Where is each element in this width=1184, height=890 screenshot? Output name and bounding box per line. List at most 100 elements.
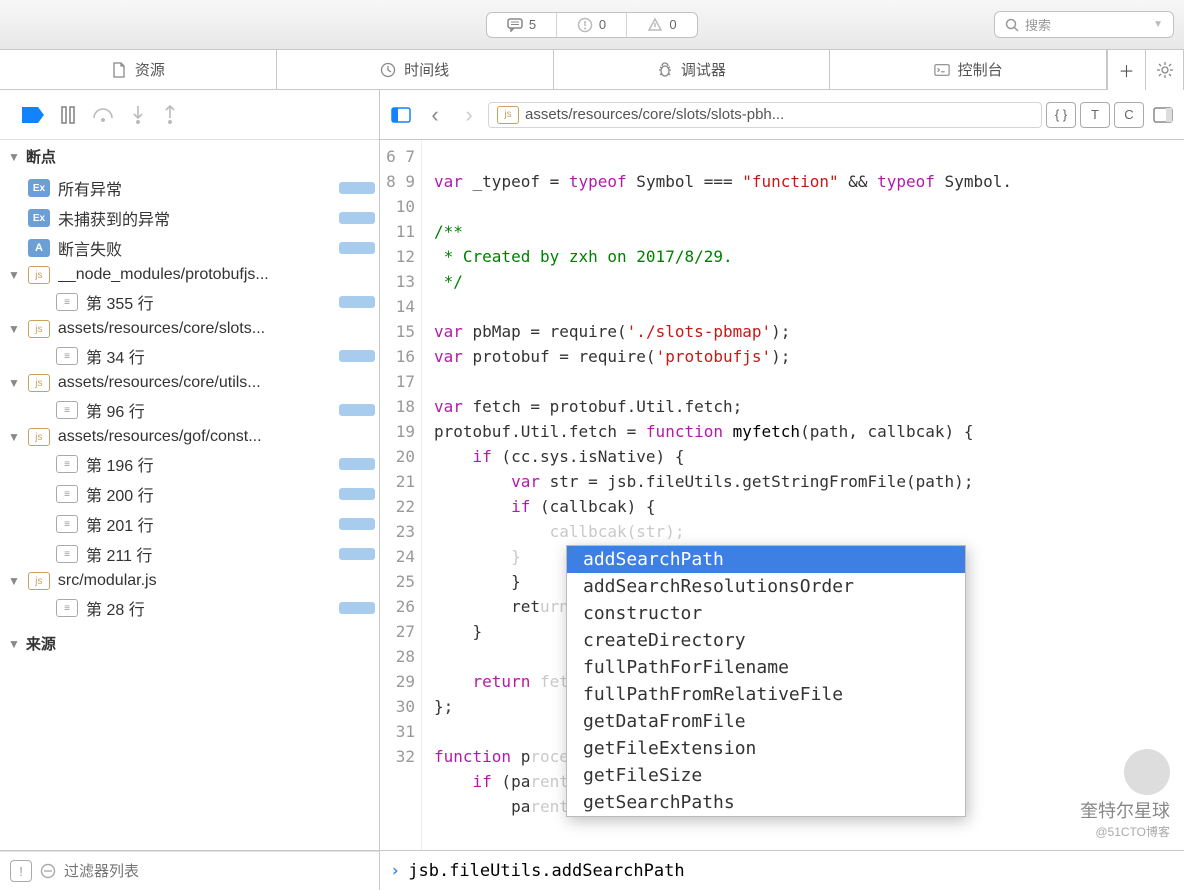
step-over-icon[interactable] bbox=[92, 106, 114, 124]
autocomplete-item[interactable]: getFileSize bbox=[567, 762, 965, 789]
file-group-row[interactable]: ▼jsassets/resources/gof/const... bbox=[0, 425, 379, 449]
errors-pill[interactable]: 0 bbox=[627, 13, 697, 37]
file-group-row[interactable]: ▼jssrc/modular.js bbox=[0, 569, 379, 593]
error-icon bbox=[647, 17, 663, 33]
nav-back-icon[interactable]: ‹ bbox=[420, 100, 450, 130]
breadcrumb-text: assets/resources/core/slots/slots-pbh... bbox=[525, 106, 784, 123]
sidebar-toggle-icon[interactable] bbox=[386, 100, 416, 130]
breakpoints-header[interactable]: ▼ 断点 bbox=[0, 140, 379, 173]
pretty-print-button[interactable]: { } bbox=[1046, 102, 1076, 128]
tab-resources-label: 资源 bbox=[135, 59, 165, 80]
line-breakpoint-row[interactable]: ≡第 96 行 bbox=[0, 395, 379, 425]
nav-forward-icon[interactable]: › bbox=[454, 100, 484, 130]
right-sidebar-toggle-icon[interactable] bbox=[1148, 100, 1178, 130]
breakpoint-label: 断言失败 bbox=[58, 236, 371, 260]
warning-icon bbox=[577, 17, 593, 33]
tab-debugger-label: 调试器 bbox=[681, 59, 726, 80]
file-group-label: src/modular.js bbox=[58, 572, 371, 590]
chevron-down-icon: ▼ bbox=[1153, 19, 1163, 30]
console-icon bbox=[934, 62, 950, 78]
search-placeholder: 搜索 bbox=[1025, 15, 1051, 34]
autocomplete-item[interactable]: getFileExtension bbox=[567, 735, 965, 762]
file-group-label: __node_modules/protobufjs... bbox=[58, 266, 371, 284]
breakpoints-title: 断点 bbox=[26, 146, 56, 167]
tab-console[interactable]: 控制台 bbox=[830, 50, 1107, 89]
line-breakpoint-row[interactable]: ≡第 355 行 bbox=[0, 287, 379, 317]
coverage-button[interactable]: C bbox=[1114, 102, 1144, 128]
breakpoint-indicator bbox=[339, 404, 375, 416]
line-icon: ≡ bbox=[56, 599, 78, 617]
js-file-icon: js bbox=[28, 428, 50, 446]
exception-badge-icon: Ex bbox=[28, 179, 50, 197]
line-label: 第 201 行 bbox=[86, 512, 371, 536]
console-row: › bbox=[380, 850, 1184, 890]
console-input[interactable] bbox=[408, 861, 1174, 881]
gear-button[interactable] bbox=[1146, 50, 1184, 90]
tab-resources[interactable]: 资源 bbox=[0, 50, 277, 89]
line-icon: ≡ bbox=[56, 455, 78, 473]
breakpoint-row[interactable]: Ex 所有异常 bbox=[0, 173, 379, 203]
line-breakpoint-row[interactable]: ≡第 196 行 bbox=[0, 449, 379, 479]
messages-icon bbox=[507, 18, 523, 32]
autocomplete-item[interactable]: fullPathForFilename bbox=[567, 654, 965, 681]
breakpoint-row[interactable]: Ex未捕获到的异常 bbox=[0, 203, 379, 233]
filter-icon bbox=[40, 863, 56, 879]
chevron-down-icon: ▼ bbox=[8, 430, 20, 444]
line-icon: ≡ bbox=[56, 545, 78, 563]
autocomplete-popup[interactable]: addSearchPathaddSearchResolutionsOrderco… bbox=[566, 545, 966, 817]
file-group-row[interactable]: ▼js__node_modules/protobufjs... bbox=[0, 263, 379, 287]
line-label: 第 355 行 bbox=[86, 290, 371, 314]
line-breakpoint-row[interactable]: ≡第 211 行 bbox=[0, 539, 379, 569]
info-icon[interactable]: ! bbox=[10, 860, 32, 882]
line-breakpoint-row[interactable]: ≡ 第 201 行 bbox=[0, 509, 379, 539]
filter-input[interactable] bbox=[64, 863, 369, 880]
line-breakpoint-row[interactable]: ≡第 34 行 bbox=[0, 341, 379, 371]
line-breakpoint-row[interactable]: ≡第 28 行 bbox=[0, 593, 379, 623]
chevron-down-icon: ▼ bbox=[8, 150, 20, 164]
warnings-pill[interactable]: 0 bbox=[557, 13, 627, 37]
line-breakpoint-row[interactable]: ≡第 200 行 bbox=[0, 479, 379, 509]
breadcrumb[interactable]: js assets/resources/core/slots/slots-pbh… bbox=[488, 102, 1042, 128]
panel-trail-buttons: ＋ bbox=[1107, 50, 1184, 89]
sources-title: 来源 bbox=[26, 633, 56, 654]
autocomplete-item[interactable]: getSearchPaths bbox=[567, 789, 965, 816]
tab-timeline-label: 时间线 bbox=[404, 59, 449, 80]
messages-pill[interactable]: 5 bbox=[487, 13, 557, 37]
line-label: 第 96 行 bbox=[86, 398, 371, 422]
step-out-icon[interactable] bbox=[162, 105, 178, 125]
autocomplete-item[interactable]: constructor bbox=[567, 600, 965, 627]
add-tab-button[interactable]: ＋ bbox=[1108, 50, 1146, 90]
breakpoint-indicator bbox=[339, 548, 375, 560]
search-box[interactable]: 搜索 ▼ bbox=[994, 11, 1174, 38]
status-pill-group: 5 0 0 bbox=[486, 12, 698, 38]
breakpoints-toggle-icon[interactable] bbox=[22, 107, 44, 123]
tab-timeline[interactable]: 时间线 bbox=[277, 50, 554, 89]
tab-console-label: 控制台 bbox=[958, 59, 1003, 80]
chevron-down-icon: ▼ bbox=[8, 376, 20, 390]
breakpoint-indicator bbox=[339, 350, 375, 362]
breakpoint-indicator bbox=[339, 182, 375, 194]
file-group-row[interactable]: ▼jsassets/resources/core/slots... bbox=[0, 317, 379, 341]
sidebar: ▼ 断点 Ex 所有异常 Ex未捕获到的异常A断言失败 ▼ js __node_modu… bbox=[0, 90, 380, 890]
breakpoint-row[interactable]: A断言失败 bbox=[0, 233, 379, 263]
step-into-icon[interactable] bbox=[130, 105, 146, 125]
pause-icon[interactable] bbox=[60, 106, 76, 124]
autocomplete-item[interactable]: addSearchPath bbox=[567, 546, 965, 573]
js-file-icon: js bbox=[28, 266, 50, 284]
autocomplete-item[interactable]: getDataFromFile bbox=[567, 708, 965, 735]
panel-tabs: 资源 时间线 调试器 控制台 ＋ bbox=[0, 50, 1184, 90]
type-button[interactable]: T bbox=[1080, 102, 1110, 128]
filter-row: ! bbox=[0, 851, 379, 890]
autocomplete-item[interactable]: createDirectory bbox=[567, 627, 965, 654]
line-icon: ≡ bbox=[56, 515, 78, 533]
autocomplete-item[interactable]: addSearchResolutionsOrder bbox=[567, 573, 965, 600]
js-file-icon: js bbox=[497, 106, 519, 124]
js-file-icon: js bbox=[28, 374, 50, 392]
file-group-row[interactable]: ▼jsassets/resources/core/utils... bbox=[0, 371, 379, 395]
breakpoint-label: 所有异常 bbox=[58, 176, 371, 200]
sources-header[interactable]: ▼ 来源 bbox=[0, 627, 379, 660]
autocomplete-item[interactable]: fullPathFromRelativeFile bbox=[567, 681, 965, 708]
tab-debugger[interactable]: 调试器 bbox=[554, 50, 831, 89]
breakpoint-indicator bbox=[339, 458, 375, 470]
js-file-icon: js bbox=[28, 572, 50, 590]
